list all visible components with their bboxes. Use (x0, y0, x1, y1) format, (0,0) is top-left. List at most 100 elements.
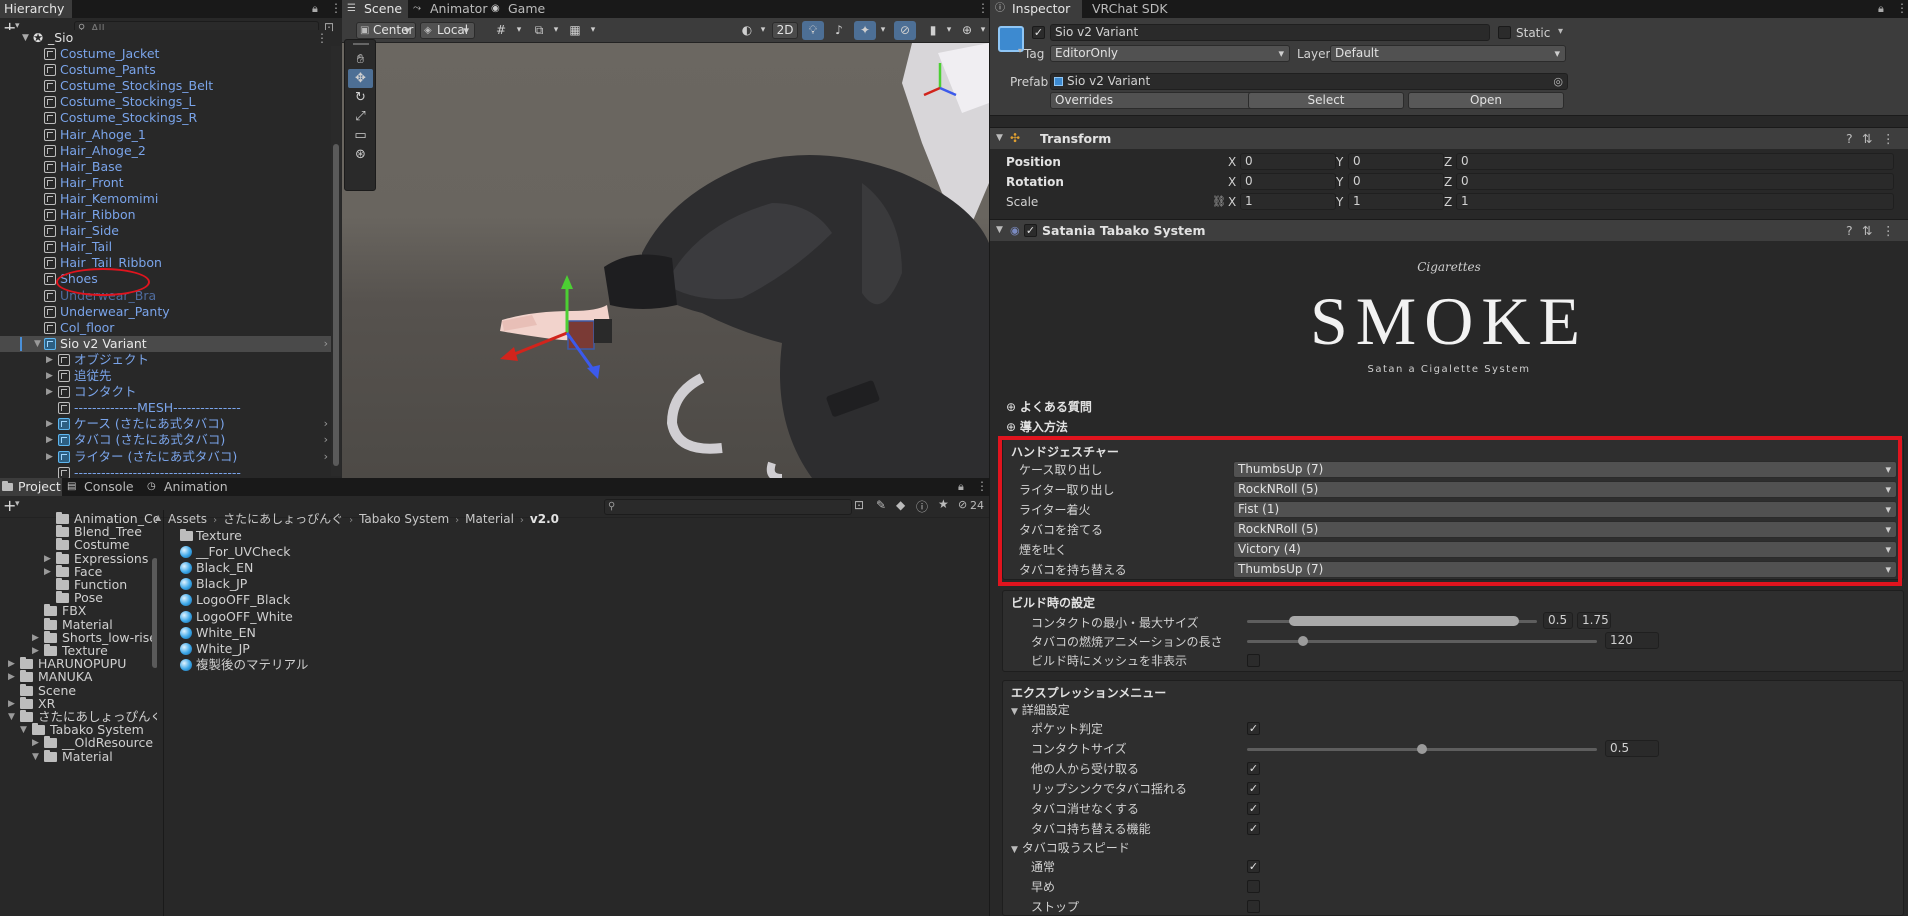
hierarchy-row[interactable]: Hair_Kemomimi (0, 191, 332, 207)
root-more-icon[interactable]: ⋮ (316, 30, 328, 46)
tab-project[interactable]: Project (0, 478, 62, 496)
chevron-right-icon[interactable]: › (324, 449, 328, 465)
hierarchy-row[interactable]: Hair_Base (0, 159, 332, 175)
component-menu-icon[interactable]: ⋮ (1882, 220, 1895, 241)
expand-arrow-icon[interactable]: ▼ (22, 30, 29, 46)
palette-grip[interactable] (353, 43, 369, 45)
tabako-system-header[interactable]: ▼ ◉ ✓ Satania Tabako System ? ⇅ ⋮ (990, 219, 1908, 241)
gizmos-options-icon[interactable]: ▾ (972, 21, 989, 40)
burn-length-field[interactable]: 120 (1605, 632, 1659, 649)
expand-arrow-icon[interactable]: ▶ (46, 352, 56, 368)
object-name-field[interactable]: Sio v2 Variant (1050, 24, 1490, 41)
effects-options-icon[interactable]: ▾ (872, 21, 894, 40)
overrides-dropdown[interactable]: Overrides (1050, 92, 1262, 109)
hierarchy-row[interactable]: ▼ Sio v2 Variant › (0, 335, 332, 352)
contact-size-field[interactable]: 0.5 (1605, 740, 1659, 757)
transform-tool-icon[interactable]: ⊛ (348, 145, 373, 164)
hierarchy-row[interactable]: Costume_Stockings_Belt (0, 78, 332, 94)
lighting-toggle-icon[interactable]: 💡︎ (802, 21, 824, 40)
transform-z-field[interactable]: 0 (1456, 153, 1894, 170)
tag-icon[interactable]: ◆ (896, 498, 905, 512)
chevron-right-icon[interactable]: › (324, 336, 328, 352)
expand-arrow-icon[interactable]: ▶ (46, 384, 56, 400)
hierarchy-row[interactable]: Costume_Jacket (0, 46, 332, 62)
toggle-2d-button[interactable]: 2D (772, 22, 798, 39)
tab-console[interactable]: ▤ Console (62, 478, 142, 496)
select-button[interactable]: Select (1248, 92, 1404, 109)
burn-length-knob[interactable] (1298, 636, 1308, 646)
open-button[interactable]: Open (1408, 92, 1564, 109)
contact-min-field[interactable]: 0.5 (1543, 612, 1573, 629)
speed-checkbox[interactable] (1247, 880, 1260, 893)
pivot-dropdown[interactable]: ▣ Center (356, 22, 416, 39)
setup-link[interactable]: ⊕ 導入方法 (1006, 418, 1908, 436)
breadcrumb-item[interactable]: Assets (168, 512, 207, 526)
hierarchy-scrollbar[interactable] (331, 46, 341, 476)
draw-mode-dropdown-icon[interactable]: ▾ (752, 21, 774, 40)
static-dropdown-arrow[interactable]: ▾ (1558, 26, 1563, 37)
tab-inspector[interactable]: ⓘ Inspector (990, 0, 1082, 18)
audio-toggle-icon[interactable]: ♪ (828, 21, 850, 40)
scene-viewport[interactable] (342, 43, 989, 478)
prefab-field[interactable]: Sio v2 Variant ◎ (1050, 73, 1568, 90)
detail-checkbox[interactable]: ✓ (1247, 822, 1260, 835)
search-by-type-icon[interactable]: ⊡ (854, 498, 864, 512)
constrain-proportions-icon[interactable]: ⛓︎ (1212, 193, 1226, 211)
breadcrumb-item[interactable]: Tabako System (359, 512, 449, 526)
transform-y-field[interactable]: 1 (1348, 193, 1444, 210)
contact-size-knob[interactable] (1417, 744, 1427, 754)
transform-z-field[interactable]: 0 (1456, 173, 1894, 190)
hierarchy-row[interactable]: Costume_Stockings_L (0, 94, 332, 110)
hierarchy-row[interactable]: Shoes (0, 271, 332, 287)
search-by-label-icon[interactable]: ✎ (876, 498, 886, 512)
help-icon[interactable]: ? (1846, 128, 1853, 149)
static-checkbox[interactable] (1498, 26, 1511, 39)
transform-z-field[interactable]: 1 (1456, 193, 1894, 210)
lock-icon[interactable]: 🔒︎ (312, 2, 318, 16)
detail-checkbox[interactable]: ✓ (1247, 802, 1260, 815)
hierarchy-row[interactable]: Col_floor (0, 320, 332, 336)
hierarchy-row[interactable]: Underwear_Panty (0, 304, 332, 320)
tab-game[interactable]: ◉ Game (486, 0, 548, 18)
component-more-icon[interactable]: ⋮ (1882, 128, 1895, 149)
object-picker-icon[interactable]: ◎ (1553, 74, 1563, 89)
breadcrumb-item[interactable]: Material (465, 512, 514, 526)
hierarchy-row[interactable]: Hair_Front (0, 175, 332, 191)
hierarchy-row[interactable]: Hair_Ahoge_2 (0, 143, 332, 159)
hierarchy-row[interactable]: Hair_Ribbon (0, 207, 332, 223)
expand-arrow-icon[interactable]: ▶ (46, 368, 56, 384)
inspector-more-icon[interactable]: ⋮ (1896, 1, 1908, 15)
hierarchy-scroll-thumb[interactable] (333, 144, 339, 466)
hierarchy-row[interactable]: ▶ コンタクト (0, 384, 332, 400)
speed-checkbox[interactable] (1247, 900, 1260, 913)
detail-foldout[interactable]: ▼ 詳細設定 (1011, 702, 1070, 718)
project-add-dropdown-icon[interactable]: ▾ (15, 499, 20, 509)
tab-animation[interactable]: ◷ Animation (142, 478, 242, 496)
rotate-tool-icon[interactable]: ↻ (348, 88, 373, 107)
transform-y-field[interactable]: 0 (1348, 173, 1444, 190)
hidden-packages-icon[interactable]: ⊘ (958, 498, 967, 511)
tree-scrollbar[interactable] (152, 558, 157, 668)
expand-arrow-icon[interactable]: ▶ (46, 432, 56, 448)
hierarchy-row[interactable]: ▶ 追従先 (0, 368, 332, 384)
ruler-options-icon[interactable]: ▾ (582, 21, 604, 40)
hierarchy-row[interactable]: Hair_Ahoge_1 (0, 127, 332, 143)
chevron-right-icon[interactable]: › (324, 416, 328, 432)
hierarchy-row[interactable]: Costume_Pants (0, 62, 332, 78)
tab-scene[interactable]: ☰ Scene (342, 0, 408, 18)
layer-dropdown[interactable]: Default (1330, 45, 1566, 62)
expand-arrow-icon[interactable]: ▶ (46, 416, 56, 432)
speed-foldout[interactable]: ▼ タバコ吸うスピード (1011, 840, 1130, 856)
hierarchy-row[interactable]: Costume_Stockings_R (0, 110, 332, 126)
more-menu-icon[interactable]: ⋮ (330, 1, 342, 15)
expand-arrow-icon[interactable]: ▼ (32, 749, 42, 765)
hierarchy-row[interactable]: Underwear_Bra (0, 288, 332, 304)
tab-animator[interactable]: ⤳ Animator (408, 0, 488, 18)
hide-mesh-checkbox[interactable] (1247, 654, 1260, 667)
transform-y-field[interactable]: 0 (1348, 153, 1444, 170)
favorite-icon[interactable]: ★ (938, 497, 949, 511)
hierarchy-row[interactable]: ▶ オブジェクト (0, 352, 332, 368)
detail-checkbox[interactable]: ✓ (1247, 782, 1260, 795)
hierarchy-row[interactable]: Hair_Tail (0, 239, 332, 255)
transform-header[interactable]: ▼ ✣ Transform ? ⇅ ⋮ (990, 127, 1908, 149)
